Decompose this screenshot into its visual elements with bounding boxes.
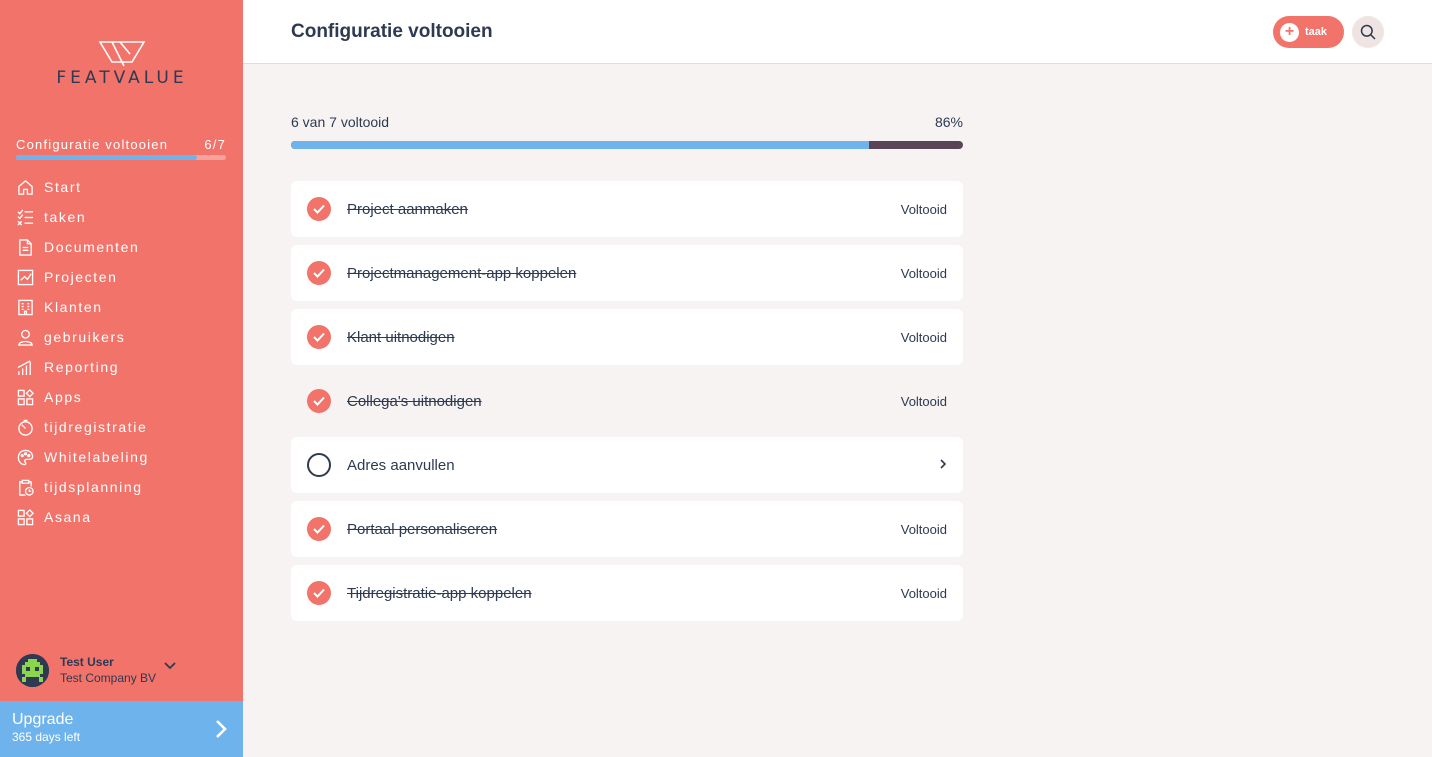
task-item[interactable]: Klant uitnodigen Voltooid: [291, 309, 963, 365]
task-item[interactable]: Collega's uitnodigen Voltooid: [291, 373, 963, 429]
sidebar-item-taken[interactable]: taken: [16, 202, 236, 232]
document-icon: [16, 238, 35, 257]
sidebar-nav: Start taken Documenten Projecten Klanten…: [16, 172, 236, 532]
progress-fill: [291, 141, 869, 149]
apps-icon: [16, 388, 35, 407]
task-item[interactable]: Projectmanagement-app koppelen Voltooid: [291, 245, 963, 301]
user-name: Test User: [60, 655, 114, 669]
upgrade-title: Upgrade: [12, 711, 74, 728]
check-icon: [307, 197, 331, 221]
timer-icon: [16, 418, 35, 437]
pixel-avatar-icon: [16, 653, 49, 687]
page-title: Configuratie voltooien: [291, 21, 493, 42]
sidebar-item-label: gebruikers: [44, 329, 126, 345]
task-item-open[interactable]: Adres aanvullen: [291, 437, 963, 493]
task-item[interactable]: Project aanmaken Voltooid: [291, 181, 963, 237]
check-icon: [307, 517, 331, 541]
task-label: Projectmanagement-app koppelen: [347, 264, 577, 282]
avatar: [16, 653, 49, 687]
task-status: Voltooid: [900, 329, 947, 345]
bar-chart-icon: [16, 358, 35, 377]
sidebar-item-documenten[interactable]: Documenten: [16, 232, 236, 262]
brand-logo[interactable]: FEATVALUE: [36, 40, 208, 90]
sidebar-item-tijdregistratie[interactable]: tijdregistratie: [16, 412, 236, 442]
setup-count: 6/7: [204, 137, 226, 152]
add-task-button[interactable]: + taak: [1273, 16, 1344, 48]
sidebar-item-whitelabeling[interactable]: Whitelabeling: [16, 442, 236, 472]
checklist-icon: [16, 208, 35, 227]
sidebar-item-label: Whitelabeling: [44, 449, 149, 465]
sidebar-item-gebruikers[interactable]: gebruikers: [16, 322, 236, 352]
sidebar-item-label: Projecten: [44, 269, 118, 285]
task-item[interactable]: Tijdregistratie-app koppelen Voltooid: [291, 565, 963, 621]
sidebar-item-label: Start: [44, 179, 82, 195]
user-menu[interactable]: Test User Test Company BV: [16, 650, 226, 690]
search-button[interactable]: [1352, 16, 1384, 48]
progress-bar: [291, 141, 963, 149]
check-icon: [307, 325, 331, 349]
chevron-down-icon[interactable]: [164, 657, 176, 675]
sidebar-item-reporting[interactable]: Reporting: [16, 352, 236, 382]
task-status: Voltooid: [900, 521, 947, 537]
task-item[interactable]: Portaal personaliseren Voltooid: [291, 501, 963, 557]
check-icon: [307, 581, 331, 605]
home-icon: [16, 178, 35, 197]
chart-icon: [16, 268, 35, 287]
task-list: Project aanmaken Voltooid Projectmanagem…: [291, 181, 963, 629]
sidebar-item-label: tijdregistratie: [44, 419, 148, 435]
sidebar-item-asana[interactable]: Asana: [16, 502, 236, 532]
sidebar-item-apps[interactable]: Apps: [16, 382, 236, 412]
sidebar-item-start[interactable]: Start: [16, 172, 236, 202]
setup-progress-bar: [16, 155, 226, 160]
top-header: Configuratie voltooien + taak: [243, 0, 1432, 64]
check-icon: [307, 261, 331, 285]
setup-progress[interactable]: Configuratie voltooien 6/7: [16, 137, 226, 160]
progress-header: 6 van 7 voltooid 86%: [291, 114, 963, 130]
apps-icon: [16, 508, 35, 527]
user-company: Test Company BV: [60, 671, 157, 685]
upgrade-button[interactable]: Upgrade 365 days left: [0, 701, 243, 757]
clipboard-clock-icon: [16, 478, 35, 497]
task-label: Collega's uitnodigen: [347, 392, 482, 410]
chevron-right-icon: [215, 719, 227, 744]
sidebar: FEATVALUE Configuratie voltooien 6/7 Sta…: [0, 0, 243, 757]
chevron-right-icon: [939, 456, 947, 474]
palette-icon: [16, 448, 35, 467]
task-status: Voltooid: [900, 393, 947, 409]
sidebar-item-label: taken: [44, 209, 87, 225]
sidebar-item-projecten[interactable]: Projecten: [16, 262, 236, 292]
sidebar-item-label: Apps: [44, 389, 83, 405]
sidebar-item-label: Documenten: [44, 239, 140, 255]
plus-icon: +: [1280, 22, 1299, 42]
sidebar-item-label: Asana: [44, 509, 92, 525]
task-label: Project aanmaken: [347, 200, 468, 218]
task-label: Portaal personaliseren: [347, 520, 498, 538]
setup-progress-fill: [16, 155, 197, 160]
logo-mark-icon: [98, 41, 146, 67]
task-status: Voltooid: [900, 265, 947, 281]
task-label: Adres aanvullen: [347, 456, 455, 474]
empty-circle-icon: [307, 453, 331, 477]
brand-name: FEATVALUE: [56, 68, 188, 88]
task-label: Tijdregistratie-app koppelen: [347, 584, 532, 602]
sidebar-item-klanten[interactable]: Klanten: [16, 292, 236, 322]
sidebar-item-label: Reporting: [44, 359, 120, 375]
progress-label: 6 van 7 voltooid: [291, 114, 390, 130]
check-icon: [307, 389, 331, 413]
task-status: Voltooid: [900, 585, 947, 601]
task-label: Klant uitnodigen: [347, 328, 455, 346]
building-icon: [16, 298, 35, 317]
add-task-label: taak: [1305, 26, 1328, 38]
task-status: Voltooid: [900, 201, 947, 217]
user-icon: [16, 328, 35, 347]
search-icon: [1360, 24, 1376, 40]
sidebar-item-label: Klanten: [44, 299, 103, 315]
upgrade-subtitle: 365 days left: [12, 730, 81, 744]
progress-percent: 86%: [934, 114, 963, 130]
setup-label: Configuratie voltooien: [16, 137, 169, 152]
sidebar-item-label: tijdsplanning: [44, 479, 143, 495]
sidebar-item-tijdsplanning[interactable]: tijdsplanning: [16, 472, 236, 502]
